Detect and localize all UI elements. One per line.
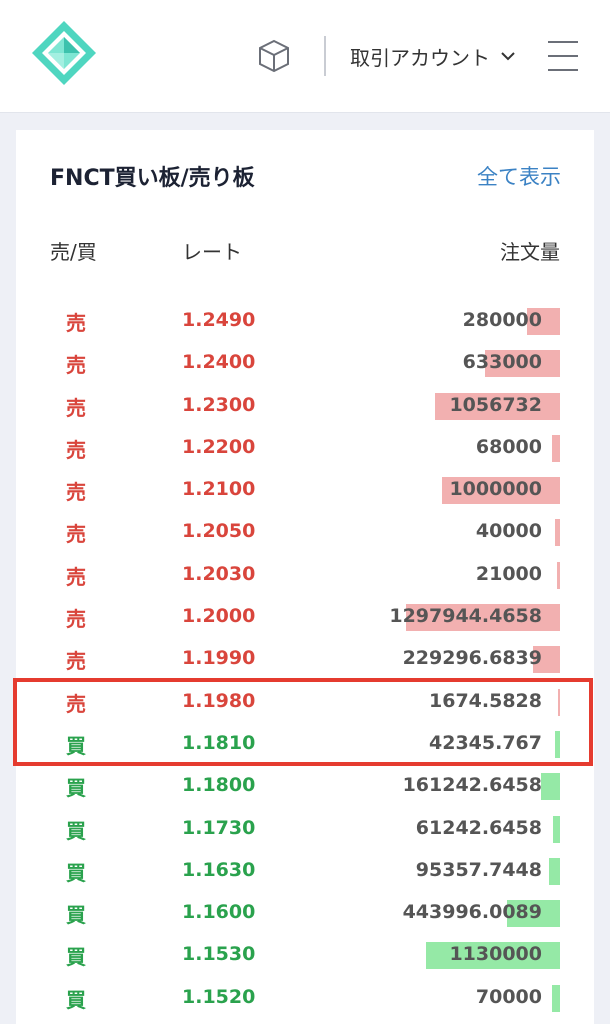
header-divider [324,36,326,76]
row-side: 売 [66,522,86,547]
row-rate: 1.1600 [182,901,256,924]
row-rate: 1.1530 [182,943,256,966]
row-side: 売 [66,649,86,674]
row-rate: 1.1520 [182,985,256,1008]
orderbook-row[interactable]: 売 1.2300 1056732 [16,385,594,427]
depth-bar [555,519,560,547]
cube-icon[interactable] [256,38,292,74]
row-side: 買 [66,860,86,885]
orderbook-row[interactable]: 買 1.1520 70000 [16,977,594,1019]
row-side: 買 [66,987,86,1012]
row-volume: 40000 [475,520,542,543]
column-header-rate: レート [182,240,242,264]
row-side: 売 [66,353,86,378]
row-side: 買 [66,945,86,970]
orderbook-row[interactable]: 売 1.2400 633000 [16,342,594,384]
row-volume: 21000 [475,562,542,585]
row-volume: 95357.7448 [415,858,542,881]
row-rate: 1.2490 [182,309,256,331]
column-header-side: 売/買 [50,240,97,264]
row-rate: 1.1630 [182,858,256,881]
row-rate: 1.1730 [182,816,256,839]
orderbook-card: FNCT買い板/売り板 全て表示 売/買 レート 注文量 売 1.2490 2800… [16,130,594,1024]
row-side: 売 [66,480,86,505]
row-volume: 161242.6458 [402,774,542,797]
orderbook-row[interactable]: 買 1.1530 1130000 [16,934,594,976]
row-volume: 280000 [462,309,542,331]
row-side: 買 [66,903,86,928]
orderbook-row[interactable]: 売 1.2050 40000 [16,511,594,553]
depth-bar [549,857,560,885]
row-volume: 633000 [462,351,542,374]
row-rate: 1.2200 [182,435,256,458]
row-side: 売 [66,564,86,589]
row-rate: 1.2050 [182,520,256,543]
orderbook-row[interactable]: 売 1.1990 229296.6839 [16,638,594,680]
row-volume: 68000 [475,435,542,458]
row-volume: 61242.6458 [415,816,542,839]
menu-icon[interactable] [544,38,580,74]
orderbook-row[interactable]: 買 1.1630 95357.7448 [16,850,594,892]
depth-bar [552,984,560,1012]
row-side: 売 [66,437,86,462]
row-volume: 1056732 [449,393,542,416]
row-side: 買 [66,776,86,801]
row-rate: 1.2000 [182,605,256,628]
row-rate: 1.2400 [182,351,256,374]
chevron-down-icon [501,52,515,61]
row-side: 売 [66,607,86,632]
highlight-box [13,678,593,766]
row-rate: 1.2300 [182,393,256,416]
row-volume: 1297944.4658 [389,605,542,628]
row-rate: 1.1800 [182,774,256,797]
orderbook-row[interactable]: 売 1.2030 21000 [16,554,594,596]
orderbook-title: FNCT買い板/売り板 [50,166,255,191]
orderbook-row[interactable]: 売 1.2490 280000 [16,300,594,342]
orderbook-row[interactable]: 売 1.2100 1000000 [16,469,594,511]
account-dropdown[interactable]: 取引アカウント [350,38,516,74]
depth-bar [553,815,560,843]
orderbook-rows: 売 1.2490 280000 売 1.2400 633000 売 1.2300 1056732… [16,300,594,1019]
row-volume: 229296.6839 [402,647,542,670]
row-rate: 1.2030 [182,562,256,585]
orderbook-row[interactable]: 買 1.1730 61242.6458 [16,808,594,850]
row-side: 買 [66,818,86,843]
column-header-volume: 注文量 [500,240,560,264]
account-label: 取引アカウント [350,45,490,70]
orderbook-row[interactable]: 買 1.1600 443996.0089 [16,892,594,934]
row-volume: 1000000 [449,478,542,501]
app-header: 取引アカウント [0,0,610,113]
orderbook-row[interactable]: 買 1.1800 161242.6458 [16,765,594,807]
depth-bar [541,773,560,801]
depth-bar [557,561,560,589]
row-volume: 70000 [475,985,542,1008]
orderbook-row[interactable]: 売 1.2000 1297944.4658 [16,596,594,638]
row-rate: 1.2100 [182,478,256,501]
row-rate: 1.1990 [182,647,256,670]
row-volume: 1130000 [449,943,542,966]
row-volume: 443996.0089 [402,901,542,924]
row-side: 売 [66,311,86,335]
row-side: 売 [66,395,86,420]
show-all-link[interactable]: 全て表示 [477,161,561,191]
orderbook-row[interactable]: 売 1.2200 68000 [16,427,594,469]
depth-bar [552,434,560,462]
logo-icon[interactable] [30,19,98,87]
